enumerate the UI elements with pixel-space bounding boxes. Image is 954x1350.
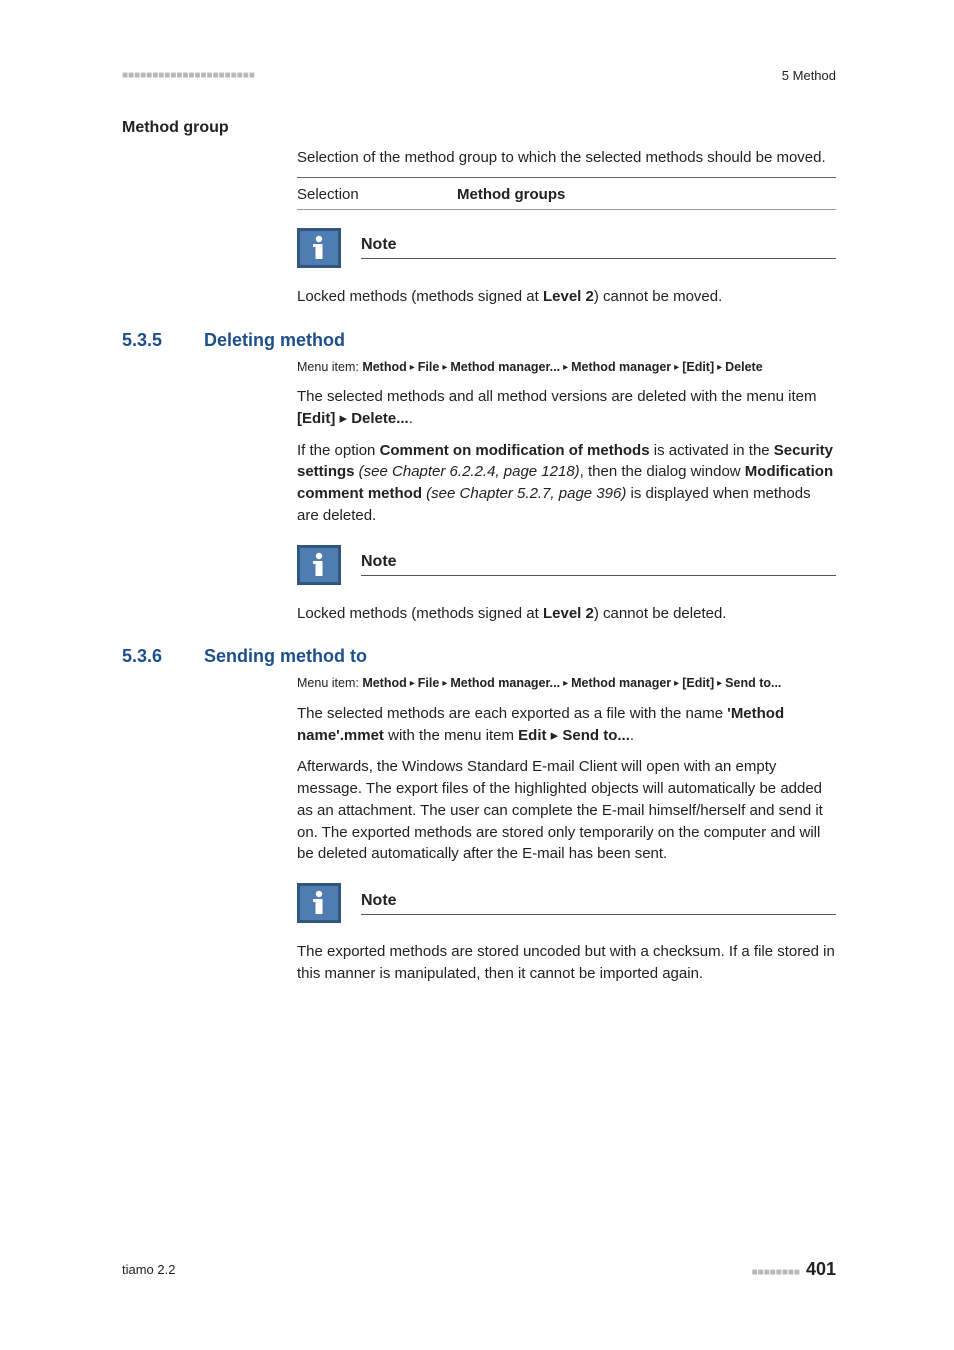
section-535-heading: 5.3.5 Deleting method <box>122 330 836 351</box>
sec536-p2: Afterwards, the Windows Standard E-mail … <box>297 756 836 865</box>
note-text-3: The exported methods are stored uncoded … <box>297 941 836 985</box>
note-text-1: Locked methods (methods signed at Level … <box>297 286 836 308</box>
section-536-num: 5.3.6 <box>122 646 182 667</box>
page-header: ■■■■■■■■■■■■■■■■■■■■■■ 5 Method <box>122 68 836 83</box>
menu-path-536: Menu item: MethodFileMethod manager...Me… <box>297 675 836 693</box>
note-title-2: Note <box>361 553 836 575</box>
page-footer: tiamo 2.2 ■■■■■■■■ 401 <box>122 1259 836 1280</box>
note-title-1: Note <box>361 236 836 258</box>
note-text-2: Locked methods (methods signed at Level … <box>297 603 836 625</box>
method-group-intro: Selection of the method group to which t… <box>297 147 836 169</box>
header-decoration: ■■■■■■■■■■■■■■■■■■■■■■ <box>122 70 255 81</box>
footer-right: ■■■■■■■■ 401 <box>752 1259 836 1280</box>
sec535-p1: The selected methods and all method vers… <box>297 386 836 430</box>
method-group-heading: Method group <box>122 119 836 137</box>
note-box-1: Note Locked methods (methods signed at L… <box>297 228 836 308</box>
info-icon <box>297 883 341 923</box>
note-box-2: Note Locked methods (methods signed at L… <box>297 545 836 625</box>
section-535-num: 5.3.5 <box>122 330 182 351</box>
page-number: 401 <box>806 1259 836 1279</box>
sec535-p2: If the option Comment on modification of… <box>297 440 836 527</box>
note-box-3: Note The exported methods are stored unc… <box>297 883 836 985</box>
header-chapter: 5 Method <box>782 68 836 83</box>
info-icon <box>297 545 341 585</box>
footer-decoration: ■■■■■■■■ <box>752 1267 800 1278</box>
menu-path-535: Menu item: MethodFileMethod manager...Me… <box>297 359 836 377</box>
info-icon <box>297 228 341 268</box>
section-536-title: Sending method to <box>204 646 367 667</box>
section-536-heading: 5.3.6 Sending method to <box>122 646 836 667</box>
selection-row: Selection Method groups <box>297 182 836 207</box>
footer-left: tiamo 2.2 <box>122 1262 175 1277</box>
sec536-p1: The selected methods are each exported a… <box>297 703 836 747</box>
selection-value: Method groups <box>457 186 565 203</box>
section-535-title: Deleting method <box>204 330 345 351</box>
note-title-3: Note <box>361 892 836 914</box>
selection-label: Selection <box>297 186 457 203</box>
